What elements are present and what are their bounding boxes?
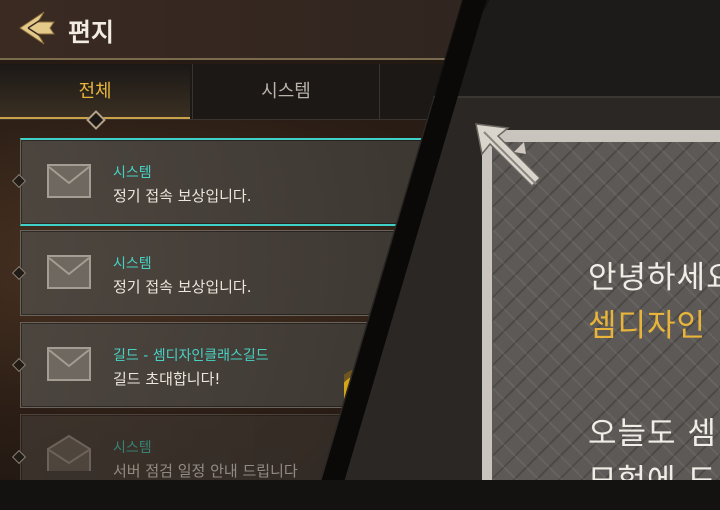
letter-guild-name-text: 셈디자인 (588, 308, 707, 344)
envelope-open-icon (47, 434, 91, 471)
back-arrow-icon[interactable] (14, 8, 58, 48)
mail-subject: 정기 접속 보상입니다. (113, 278, 252, 296)
mail-sender: 시스템 (113, 165, 152, 181)
letter-greeting-text: 안녕하세요 (588, 260, 720, 296)
mail-sender: 시스템 (113, 256, 152, 272)
mail-sender: 시스템 (113, 440, 152, 456)
tab-system[interactable]: 시스템 (192, 64, 380, 119)
letter-body-text: 오늘도 셈 (588, 416, 717, 452)
envelope-closed-icon (47, 255, 91, 289)
mail-item[interactable]: 시스템 정기 접속 보상입니다. (20, 138, 436, 226)
mail-sender: 길드 - 셈디자인클래스길드 (113, 348, 269, 364)
mail-subject: 길드 초대합니다! (113, 370, 221, 388)
mail-subject: 서버 점검 일정 안내 드립니다 (113, 462, 298, 480)
letter-body-text-2: 모험에 도 (588, 463, 717, 499)
mail-subject: 정기 접속 보상입니다. (113, 187, 252, 205)
envelope-closed-icon (47, 164, 91, 198)
page-title: 편지 (68, 18, 115, 47)
corner-ornament-icon (475, 123, 542, 188)
envelope-closed-icon (47, 347, 91, 381)
